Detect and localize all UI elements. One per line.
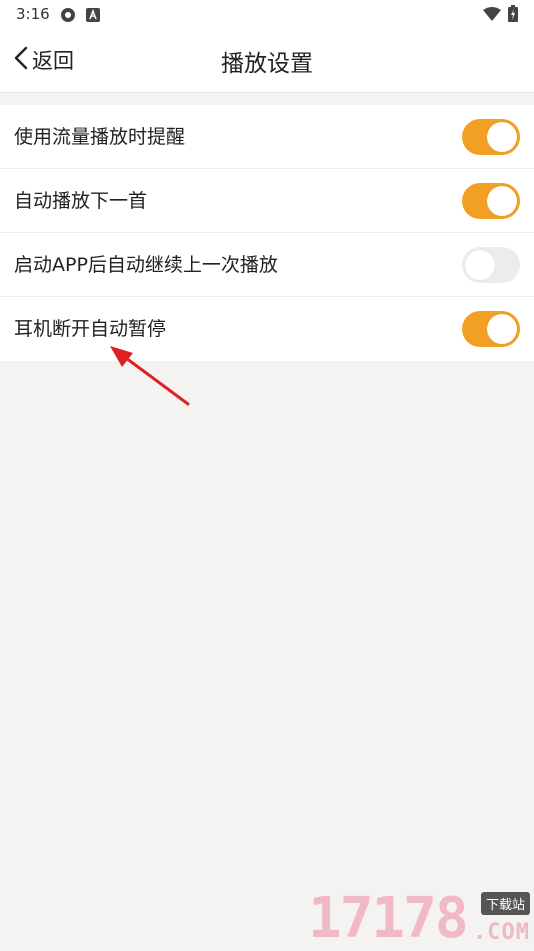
status-bar: 3:16 [0,0,534,28]
setting-row-autoplay-next: 自动播放下一首 [0,169,534,233]
page-title: 播放设置 [221,51,313,77]
setting-label: 启动APP后自动继续上一次播放 [14,254,278,276]
toggle-switch[interactable] [462,247,520,283]
toggle-switch[interactable] [462,183,520,219]
wifi-icon [483,6,501,25]
navigation-bar: 返回 播放设置 [0,28,534,93]
toggle-knob [487,122,517,152]
watermark-suffix: .COM [473,920,530,945]
setting-row-mobile-data-reminder: 使用流量播放时提醒 [0,105,534,169]
watermark-number: 17178 [308,886,469,951]
watermark-logo: 17178 下载站 .COM [308,888,534,950]
watermark-badge: 下载站 [480,892,530,915]
toggle-switch[interactable] [462,311,520,347]
battery-icon [508,5,518,26]
status-time: 3:16 [16,5,50,23]
toggle-knob [465,250,495,280]
setting-label: 使用流量播放时提醒 [14,126,186,148]
annotation-arrow-icon [110,346,190,406]
toggle-switch[interactable] [462,119,520,155]
setting-row-resume-on-launch: 启动APP后自动继续上一次播放 [0,233,534,297]
app-notification-icon [86,7,100,26]
setting-label: 自动播放下一首 [14,190,148,212]
setting-row-headphone-pause: 耳机断开自动暂停 [0,297,534,361]
settings-list: 使用流量播放时提醒 自动播放下一首 启动APP后自动继续上一次播放 耳机断开自动… [0,105,534,361]
sync-icon [60,7,76,27]
toggle-knob [487,186,517,216]
toggle-knob [487,314,517,344]
